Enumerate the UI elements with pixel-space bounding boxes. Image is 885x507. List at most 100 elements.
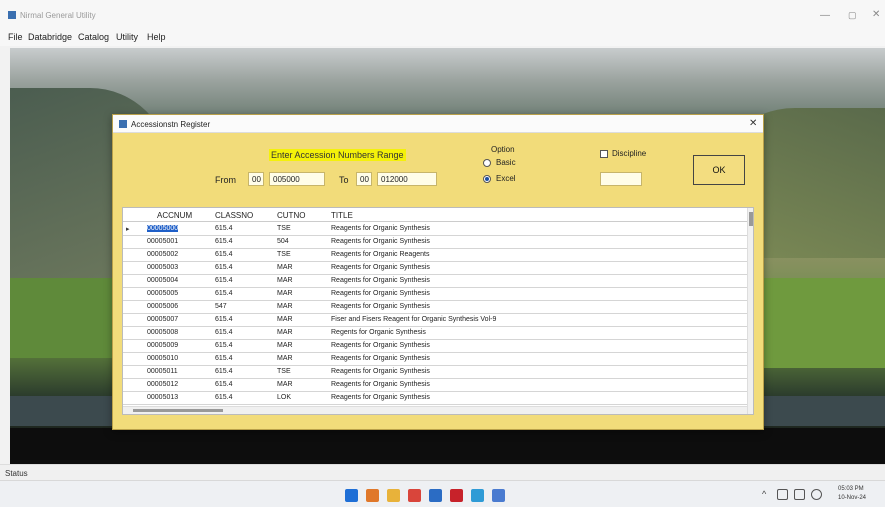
horizontal-scrollbar[interactable]: [123, 406, 747, 414]
table-row[interactable]: ▸ 00005000 615.4 TSE Reagents for Organic Sy…: [123, 223, 747, 236]
cell-cutno[interactable]: MAR: [277, 303, 293, 310]
cell-classno[interactable]: 615.4: [215, 368, 233, 375]
column-header-title[interactable]: TITLE: [331, 211, 353, 220]
minimize-button[interactable]: —: [820, 10, 830, 21]
cell-title[interactable]: Reagents for Organic Synthesis: [331, 303, 430, 310]
table-row[interactable]: 00005001 615.4 504 Reagents for Organic Syn…: [123, 236, 747, 249]
clock-time[interactable]: 05:03 PM: [838, 486, 864, 492]
cell-title[interactable]: Reagents for Organic Synthesis: [331, 238, 430, 245]
cell-classno[interactable]: 615.4: [215, 316, 233, 323]
tray-chevron-icon[interactable]: ^: [762, 489, 766, 499]
from-number-field[interactable]: 005000: [269, 172, 325, 186]
display-icon[interactable]: [794, 489, 805, 500]
from-prefix-field[interactable]: 00: [248, 172, 264, 186]
cell-title[interactable]: Reagents for Organic Reagents: [331, 251, 429, 258]
cell-accnum[interactable]: 00005006: [147, 303, 178, 310]
cell-classno[interactable]: 615.4: [215, 277, 233, 284]
cell-cutno[interactable]: MAR: [277, 316, 293, 323]
cell-title[interactable]: Reagents for Organic Synthesis: [331, 394, 430, 401]
table-row[interactable]: 00005004 615.4 MAR Reagents for Organic Syn…: [123, 275, 747, 288]
cell-classno[interactable]: 615.4: [215, 290, 233, 297]
table-row[interactable]: 00005002 615.4 TSE Reagents for Organic Rea…: [123, 249, 747, 262]
dialog-close-button[interactable]: ✕: [749, 118, 757, 129]
accession-grid[interactable]: ACCNUM CLASSNO CUTNO TITLE ▸ 00005000 615.…: [122, 207, 754, 415]
close-button[interactable]: ✕: [872, 9, 880, 20]
cell-cutno[interactable]: MAR: [277, 342, 293, 349]
maximize-button[interactable]: ▢: [848, 10, 857, 21]
cell-accnum[interactable]: 00005013: [147, 394, 178, 401]
excel-radio[interactable]: [483, 175, 491, 183]
cell-classno[interactable]: 615.4: [215, 329, 233, 336]
cell-accnum[interactable]: 00005000: [147, 225, 179, 232]
cell-accnum[interactable]: 00005012: [147, 381, 178, 388]
cell-accnum[interactable]: 00005011: [147, 368, 178, 375]
cell-classno[interactable]: 615.4: [215, 342, 233, 349]
cell-classno[interactable]: 615.4: [215, 381, 233, 388]
cell-accnum[interactable]: 00005005: [147, 290, 178, 297]
cell-title[interactable]: Reagents for Organic Synthesis: [331, 381, 430, 388]
cell-title[interactable]: Fiser and Fisers Reagent for Organic Syn…: [331, 316, 496, 323]
column-header-classno[interactable]: CLASSNO: [215, 211, 253, 220]
discipline-checkbox[interactable]: [600, 150, 608, 158]
cell-title[interactable]: Reagents for Organic Synthesis: [331, 225, 430, 232]
table-row[interactable]: 00005008 615.4 MAR Regents for Organic Synt…: [123, 327, 747, 340]
menu-help[interactable]: Help: [147, 32, 166, 42]
cell-cutno[interactable]: LOK: [277, 394, 291, 401]
cell-accnum[interactable]: 00005003: [147, 264, 178, 271]
cell-classno[interactable]: 615.4: [215, 225, 233, 232]
cell-cutno[interactable]: MAR: [277, 381, 293, 388]
menu-databridge[interactable]: Databridge: [28, 32, 72, 42]
menu-catalog[interactable]: Catalog: [78, 32, 109, 42]
table-row[interactable]: 00005012 615.4 MAR Reagents for Organic Syn…: [123, 379, 747, 392]
cell-title[interactable]: Regents for Organic Synthesis: [331, 329, 426, 336]
cell-accnum[interactable]: 00005009: [147, 342, 178, 349]
clock-date[interactable]: 10-Nov-24: [838, 495, 866, 501]
cell-accnum[interactable]: 00005010: [147, 355, 178, 362]
pdf-icon[interactable]: [450, 489, 463, 502]
menu-file[interactable]: File: [8, 32, 23, 42]
horizontal-scroll-thumb[interactable]: [133, 409, 223, 412]
cell-title[interactable]: Reagents for Organic Synthesis: [331, 264, 430, 271]
volume-icon[interactable]: [811, 489, 822, 500]
cell-classno[interactable]: 615.4: [215, 355, 233, 362]
cell-classno[interactable]: 615.4: [215, 238, 233, 245]
cell-accnum[interactable]: 00005007: [147, 316, 178, 323]
window-icon[interactable]: [492, 489, 505, 502]
table-row[interactable]: 00005010 615.4 MAR Reagents for Organic Syn…: [123, 353, 747, 366]
widgets-icon[interactable]: [366, 489, 379, 502]
ok-button[interactable]: OK: [693, 155, 745, 185]
cell-cutno[interactable]: MAR: [277, 264, 293, 271]
cell-classno[interactable]: 615.4: [215, 264, 233, 271]
mail-icon[interactable]: [429, 489, 442, 502]
cell-cutno[interactable]: TSE: [277, 225, 291, 232]
chrome-icon[interactable]: [408, 489, 421, 502]
column-header-cutno[interactable]: CUTNO: [277, 211, 305, 220]
cell-title[interactable]: Reagents for Organic Synthesis: [331, 342, 430, 349]
cell-cutno[interactable]: 504: [277, 238, 289, 245]
table-row[interactable]: 00005011 615.4 TSE Reagents for Organic Syn…: [123, 366, 747, 379]
cell-cutno[interactable]: MAR: [277, 277, 293, 284]
cell-cutno[interactable]: MAR: [277, 290, 293, 297]
network-icon[interactable]: [777, 489, 788, 500]
to-prefix-field[interactable]: 00: [356, 172, 372, 186]
cell-accnum[interactable]: 00005004: [147, 277, 178, 284]
discipline-field[interactable]: [600, 172, 642, 186]
start-icon[interactable]: [345, 489, 358, 502]
cell-cutno[interactable]: TSE: [277, 251, 291, 258]
to-number-field[interactable]: 012000: [377, 172, 437, 186]
cell-accnum[interactable]: 00005008: [147, 329, 178, 336]
cell-cutno[interactable]: MAR: [277, 355, 293, 362]
table-row[interactable]: 00005007 615.4 MAR Fiser and Fisers Reagent…: [123, 314, 747, 327]
cell-title[interactable]: Reagents for Organic Synthesis: [331, 368, 430, 375]
cell-title[interactable]: Reagents for Organic Synthesis: [331, 355, 430, 362]
cell-cutno[interactable]: TSE: [277, 368, 291, 375]
menu-utility[interactable]: Utility: [116, 32, 138, 42]
table-row[interactable]: 00005003 615.4 MAR Reagents for Organic Syn…: [123, 262, 747, 275]
table-row[interactable]: 00005009 615.4 MAR Reagents for Organic Syn…: [123, 340, 747, 353]
cell-classno[interactable]: 615.4: [215, 394, 233, 401]
basic-radio[interactable]: [483, 159, 491, 167]
table-row[interactable]: 00005006 547 MAR Reagents for Organic Synth…: [123, 301, 747, 314]
table-row[interactable]: 00005013 615.4 LOK Reagents for Organic Syn…: [123, 392, 747, 405]
file-explorer-icon[interactable]: [387, 489, 400, 502]
cell-title[interactable]: Reagents for Organic Synthesis: [331, 277, 430, 284]
